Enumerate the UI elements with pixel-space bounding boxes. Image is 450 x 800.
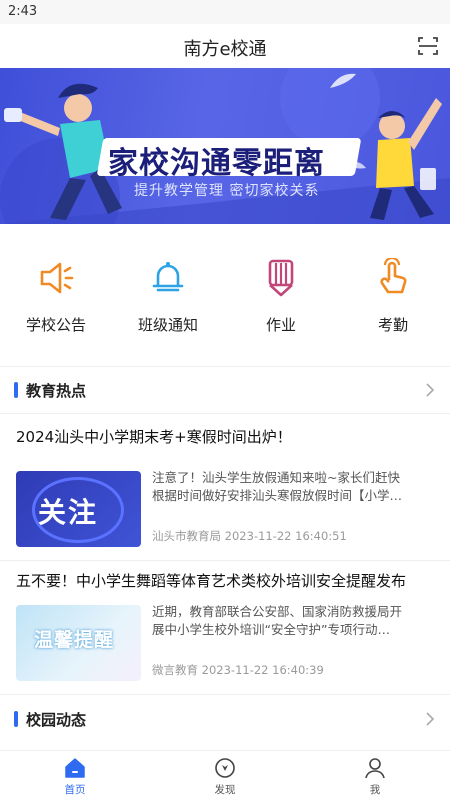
summary-line: 注意了！汕头学生放假通知来啦~家长们赶快 (152, 470, 400, 485)
article-thumbnail: 温馨提醒 (16, 605, 141, 681)
chevron-right-icon (426, 712, 435, 726)
nav-tab-home[interactable]: 首页 (0, 751, 150, 800)
compass-icon (215, 758, 235, 778)
megaphone-icon (40, 262, 74, 294)
page-title: 南方e校通 (183, 39, 267, 60)
nav-label: 首页 (64, 784, 86, 796)
nav-label: 发现 (214, 784, 236, 796)
nav-tab-me[interactable]: 我 (300, 751, 450, 800)
summary-line: 根据时间做好安排汕头寒假放假时间【小学… (152, 488, 403, 503)
article-title: 五不要！中小学生舞蹈等体育艺术类校外培训安全提醒发布 (16, 572, 407, 590)
promo-banner[interactable]: 家校沟通零距离 提升教学管理 密切家校关系 (0, 68, 450, 224)
pencil-icon (268, 259, 294, 297)
thumbnail-text: 关注 (38, 496, 99, 529)
menu-item-attendance[interactable]: 考勤 (337, 246, 449, 346)
chevron-right-icon (426, 383, 435, 397)
user-icon (365, 758, 385, 779)
article-item[interactable]: 五不要！中小学生舞蹈等体育艺术类校外培训安全提醒发布 温馨提醒 近期，教育部联合… (0, 561, 450, 693)
status-bar: 2:43 (0, 0, 450, 24)
summary-line: 近期，教育部联合公安部、国家消防救援局开 (152, 604, 403, 619)
article-meta: 微言教育 2023-11-22 16:40:39 (152, 663, 324, 677)
menu-label: 班级通知 (137, 316, 198, 334)
section-accent-bar (14, 711, 18, 727)
article-summary: 注意了！汕头学生放假通知来啦~家长们赶快 根据时间做好安排汕头寒假放假时间【小学… (152, 469, 434, 505)
app-header: 南方e校通 (0, 24, 450, 68)
quick-menu: 学校公告 班级通知 作业 考勤 (0, 246, 450, 346)
menu-label: 学校公告 (25, 316, 86, 334)
article-thumbnail: 关注 (16, 471, 141, 547)
summary-line: 展中小学生校外培训“安全守护”专项行动… (152, 622, 390, 637)
article-meta: 汕头市教育局 2023-11-22 16:40:51 (152, 529, 347, 543)
menu-item-homework[interactable]: 作业 (225, 246, 337, 346)
hand-pointer-icon (380, 258, 407, 294)
article-title: 2024汕头中小学期末考+寒假时间出炉！ (16, 428, 292, 446)
nav-tab-discover[interactable]: 发现 (150, 751, 300, 800)
section-title: 校园动态 (26, 711, 87, 729)
divider (0, 694, 450, 695)
section-accent-bar (14, 382, 18, 398)
menu-item-school-notice[interactable]: 学校公告 (0, 246, 112, 346)
banner-subtitle: 提升教学管理 密切家校关系 (134, 183, 320, 199)
banner-title: 家校沟通零距离 (108, 146, 325, 181)
section-header-campus-news[interactable]: 校园动态 (0, 696, 450, 742)
section-title: 教育热点 (26, 382, 87, 400)
menu-label: 考勤 (377, 316, 408, 334)
article-summary: 近期，教育部联合公安部、国家消防救援局开 展中小学生校外培训“安全守护”专项行动… (152, 603, 434, 639)
status-time: 2:43 (8, 4, 38, 19)
home-icon (65, 758, 85, 778)
menu-label: 作业 (265, 316, 296, 334)
article-item[interactable]: 2024汕头中小学期末考+寒假时间出炉！ 关注 注意了！汕头学生放假通知来啦~家… (0, 414, 450, 560)
bell-icon (152, 262, 184, 292)
nav-label: 我 (369, 784, 381, 796)
scan-icon[interactable] (418, 36, 438, 56)
bottom-nav: 首页 发现 我 (0, 750, 450, 800)
section-header-education-hot[interactable]: 教育热点 (0, 367, 450, 413)
menu-item-class-notice[interactable]: 班级通知 (112, 246, 224, 346)
thumbnail-text: 温馨提醒 (34, 629, 115, 651)
